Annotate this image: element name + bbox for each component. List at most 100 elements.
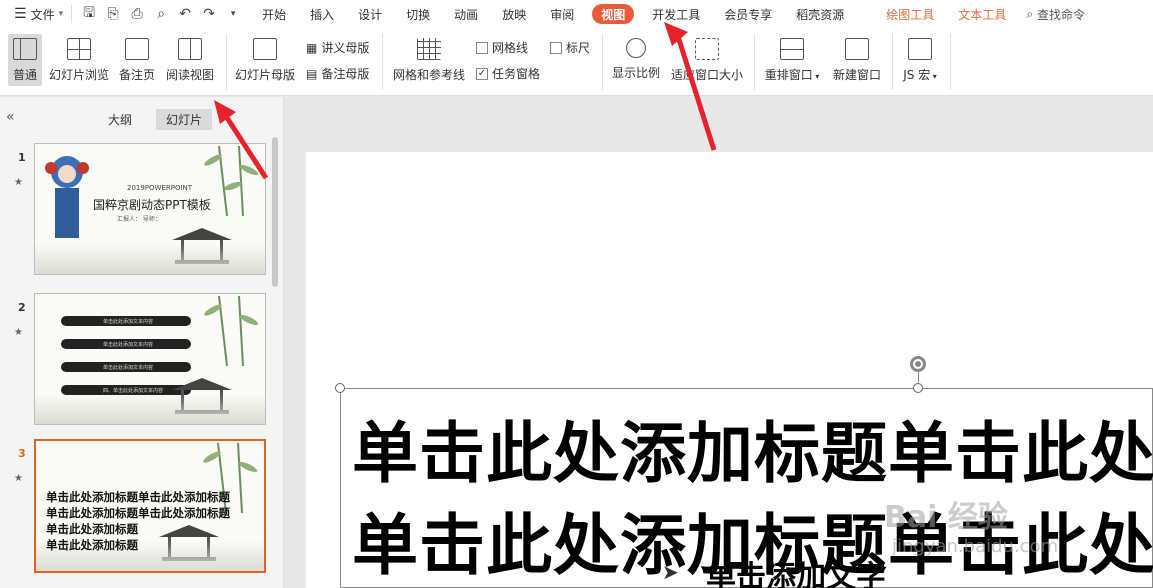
animation-star-icon: ★ [14,177,23,188]
tab-member[interactable]: 会员专享 [712,0,784,28]
tab-label: 设计 [358,7,383,22]
tab-label: 绘图工具 [886,7,935,22]
tab-label: 视图 [601,7,626,22]
tab-animations[interactable]: 动画 [442,0,490,28]
slide-subtext[interactable]: 单击添加文字 [706,552,886,588]
reading-view-button[interactable]: 阅读视图 [164,38,216,83]
tab-label: 会员专享 [724,7,773,22]
slide2-item: 单击此处添加文本内容 [103,342,154,348]
tab-transitions[interactable]: 切换 [394,0,442,28]
task-pane-label: 任务窗格 [492,67,541,81]
tab-insert[interactable]: 插入 [298,0,346,28]
notes-page-button[interactable]: 备注页 [114,38,160,83]
normal-view-icon [13,38,37,60]
task-pane-checkbox[interactable]: ✓ 任务窗格 [476,65,540,82]
bullet-marker-icon: ➤ [662,560,679,584]
menu-bar: ☰ 文件 ▾ 🖫 ⎘ ⎙ ⌕ ↶ ↷ ▾ 开始 插入 设计 切换 动画 放映 审… [0,0,1153,28]
tab-developer[interactable]: 开发工具 [640,0,712,28]
notes-master-icon: ▤ [306,66,318,81]
hamburger-icon: ☰ [14,6,27,22]
tab-label: 文本工具 [958,7,1007,22]
ribbon-separator [950,34,951,90]
print-icon[interactable]: ⎙ [128,6,146,22]
new-window-icon [845,38,869,60]
slide3-title-line: 单击此处添加标题 [46,522,138,536]
print-preview-icon[interactable]: ⌕ [152,6,170,22]
command-search[interactable]: ⌕ 查找命令 [1026,6,1085,23]
arrange-windows-icon [780,38,804,60]
resize-handle[interactable] [913,383,923,393]
slide3-title-line: 单击此处添加标题单击此处添加标题 [46,490,230,504]
slide-sorter-button[interactable]: 幻灯片浏览 [48,38,110,83]
slide-sorter-label: 幻灯片浏览 [48,68,109,82]
tab-label: 开发工具 [652,7,701,22]
notes-page-label: 备注页 [118,68,155,82]
js-macro-text: JS 宏 [903,68,931,82]
js-macro-button[interactable]: JS 宏 ▾ [896,38,944,83]
tab-docer[interactable]: 稻壳资源 [784,0,856,28]
zoom-icon [626,38,646,58]
undo-icon[interactable]: ↶ [176,6,194,22]
ruler-checkbox[interactable]: 标尺 [550,39,590,56]
rotate-handle-connector [918,372,919,384]
ruler-label: 标尺 [566,41,591,55]
grid-guides-button[interactable]: 网格和参考线 [390,38,468,83]
fit-window-icon [695,38,719,60]
tab-drawing-tools[interactable]: 绘图工具 [874,0,946,28]
tab-view[interactable]: 视图 [592,4,635,24]
file-menu[interactable]: ☰ 文件 ▾ [0,0,71,28]
slide-master-label: 幻灯片母版 [234,68,295,82]
ribbon-separator [602,34,603,90]
arrange-windows-button[interactable]: 重排窗口 ▾ [760,38,824,83]
notes-master-button[interactable]: ▤ 备注母版 [306,65,369,82]
arrange-text: 重排窗口 [764,68,813,82]
ribbon-separator [382,34,383,90]
fit-window-button[interactable]: 适应窗口大小 [668,38,746,83]
ruler-check-icon [550,41,562,54]
slide-thumbnail[interactable]: 单击此处添加文本内容 单击此处添加文本内容 单击此处添加文本内容 四、单击此处添… [34,293,266,425]
mist-decoration [35,394,265,424]
slide1-year: 2019POWERPOINT [127,184,193,192]
slide-title-line: 单击此处添加标题单击此处添 [352,415,1153,492]
notes-page-icon [125,38,149,60]
collapse-panel-icon[interactable]: « [6,109,15,125]
ribbon-separator [892,34,893,90]
new-window-button[interactable]: 新建窗口 [830,38,884,83]
chevron-down-icon: ▾ [930,72,937,81]
normal-view-button[interactable]: 普通 [8,34,42,86]
slide2-item: 单击此处添加文本内容 [103,319,154,325]
panel-tabs: 大纲 幻灯片 [98,109,213,130]
tab-review[interactable]: 审阅 [538,0,586,28]
baidu-watermark: Bai 经验 [884,500,1008,535]
slide2-item: 单击此处添加文本内容 [103,365,154,371]
customize-chevron-icon[interactable]: ▾ [224,9,242,19]
save-icon[interactable]: 🖫 [80,2,98,26]
wps-presentation-window: ☰ 文件 ▾ 🖫 ⎘ ⎙ ⌕ ↶ ↷ ▾ 开始 插入 设计 切换 动画 放映 审… [0,0,1153,588]
resize-handle[interactable] [335,383,345,393]
tab-slideshow[interactable]: 放映 [490,0,538,28]
tab-slides[interactable]: 幻灯片 [156,109,213,130]
tab-label: 插入 [310,7,335,22]
tab-text-tools[interactable]: 文本工具 [946,0,1018,28]
tab-home[interactable]: 开始 [250,0,298,28]
slide-thumbnail-selected[interactable]: 单击此处添加标题单击此处添加标题 单击此处添加标题单击此处添加标题 单击此处添加… [34,439,266,573]
gridlines-label: 网格线 [492,41,529,55]
export-pdf-icon[interactable]: ⎘ [104,6,122,22]
slide-thumbnail[interactable]: 2019POWERPOINT 国粹京剧动态PPT模板 汇报人： 导师： [34,143,266,275]
animation-star-icon: ★ [14,473,23,484]
gridlines-check-icon [476,41,488,54]
tab-label: 审阅 [550,7,575,22]
zoom-button[interactable]: 显示比例 [608,38,664,81]
rotate-handle-icon[interactable] [908,354,928,374]
panel-scrollbar[interactable] [272,137,278,287]
redo-icon[interactable]: ↷ [200,6,218,22]
tab-design[interactable]: 设计 [346,0,394,28]
bamboo-illustration [204,296,259,366]
tab-outline[interactable]: 大纲 [98,109,142,130]
handout-master-label: 讲义母版 [321,41,370,55]
handout-master-button[interactable]: ▦ 讲义母版 [306,39,369,56]
book-icon [178,38,202,60]
slide-master-button[interactable]: 幻灯片母版 [232,38,298,83]
gridlines-checkbox[interactable]: 网格线 [476,39,528,56]
view-ribbon: 普通 幻灯片浏览 备注页 阅读视图 幻灯片母版 ▦ 讲义母版 ▤ 备注母版 网格… [0,28,1153,96]
